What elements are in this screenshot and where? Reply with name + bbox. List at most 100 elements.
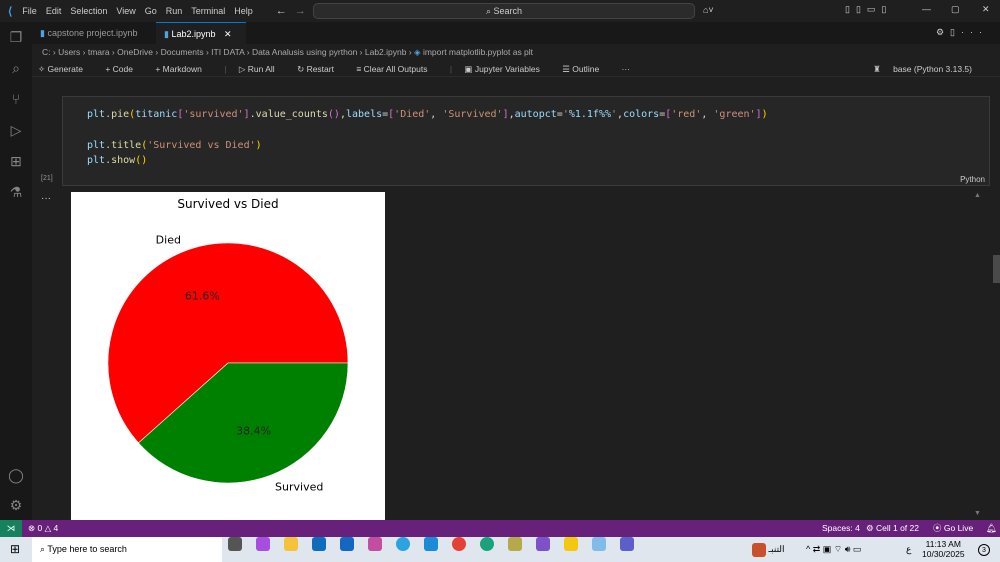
breadcrumb: C: › Users › tmara › OneDrive › Document… [32,44,1000,61]
pie-category-label: Died [156,234,181,247]
editor-actions[interactable]: ⚙▯··· [936,27,988,38]
generate-button[interactable]: ✧ Generate [38,64,93,74]
add-markdown-button[interactable]: + Markdown [155,64,212,74]
vscode-logo-icon: ⟨ [8,5,13,18]
editor-tabs: ▮ capstone project.ipynb ▮ Lab2.ipynb ✕ … [32,22,1000,44]
taskbar-search[interactable]: ⌕ Type here to search [32,537,222,562]
menu-go[interactable]: Go [145,6,157,16]
breadcrumb-item[interactable]: Data Analusis using pyrthon [252,47,357,57]
visual-studio-icon[interactable] [536,537,550,551]
title-bar: ⟨ File Edit Selection View Go Run Terminal Help… [0,0,1000,22]
breadcrumb-item[interactable]: OneDrive [117,47,153,57]
task-view-icon[interactable] [228,537,242,551]
outline-button[interactable]: ☰ Outline [562,64,609,74]
file-explorer-icon[interactable] [284,537,298,551]
status-bar: ⋊ ⊗ 0 △ 4 Spaces: 4 ⚙ Cell 1 of 22 ⦿ Go … [0,520,1000,537]
more-actions-button[interactable]: ··· [622,64,631,74]
breadcrumb-item[interactable]: import matplotlib.pyplot as plt [423,47,533,57]
jupyter-variables-button[interactable]: ▣ Jupyter Variables [464,64,549,74]
breadcrumb-item[interactable]: Documents [161,47,204,57]
explorer-icon[interactable]: ❐ [0,22,32,53]
pie-chart: Survived vs Died 61.6% Died 38.4% Survived [107,197,349,493]
scroll-down-icon[interactable]: ▼ [974,510,981,517]
windows-start-icon[interactable]: ⊞ [10,537,20,562]
code-line: plt.pie(titanic['survived'].value_counts… [87,109,768,120]
power-bi-icon[interactable] [564,537,578,551]
app-icon[interactable] [508,537,522,551]
breadcrumb-item[interactable]: C: [42,47,51,57]
cell-language[interactable]: Python [960,175,985,184]
remote-button[interactable]: ⋊ [0,520,22,537]
code-cell[interactable]: plt.pie(titanic['survived'].value_counts… [41,96,990,186]
output-actions[interactable]: ··· [41,193,51,204]
maximize-button[interactable]: ▢ [951,4,960,15]
telegram-icon[interactable] [396,537,410,551]
activity-bar: ❐ ⌕ ⑂ ▷ ⊞ ⚗ ◯ ⚙ [0,22,32,520]
forward-arrow-icon[interactable]: → [295,5,306,17]
layout-icons[interactable]: ▯▯▭▯ [845,4,892,15]
chrome-icon[interactable] [452,537,466,551]
copilot-icon[interactable] [256,537,270,551]
scroll-up-icon[interactable]: ▲ [974,192,981,199]
clear-outputs-button[interactable]: ≡ Clear All Outputs [356,64,437,74]
go-live-button[interactable]: ⦿ Go Live [933,520,973,537]
pie-percent-label: 61.6% [185,290,220,303]
menu-help[interactable]: Help [234,6,253,16]
snowflake-icon[interactable] [592,537,606,551]
notebook-toolbar: ✧ Generate + Code + Markdown | ▷ Run All… [32,61,1000,77]
copilot-365-icon[interactable] [368,537,382,551]
extensions-icon[interactable]: ⊞ [0,146,32,177]
problems-indicator[interactable]: ⊗ 0 △ 4 [28,520,58,537]
menu-run[interactable]: Run [166,6,183,16]
cell-position[interactable]: ⚙ Cell 1 of 22 [866,520,919,537]
restart-button[interactable]: ↻ Restart [297,64,344,74]
menu-selection[interactable]: Selection [70,6,107,16]
teams-icon[interactable] [620,537,634,551]
code-line: plt.title('Survived vs Died') [87,140,262,151]
menu-terminal[interactable]: Terminal [191,6,225,16]
close-window-button[interactable]: ✕ [982,4,990,15]
store-icon[interactable] [340,537,354,551]
edge-icon[interactable] [480,537,494,551]
testing-icon[interactable]: ⚗ [0,177,32,208]
execution-count: [21] [41,175,53,182]
taskbar-apps [228,537,634,551]
input-language[interactable]: ع [906,537,911,562]
close-tab-icon[interactable]: ✕ [224,29,232,39]
scrollbar-thumb[interactable] [993,255,1000,283]
notification-badge[interactable]: 3 [978,544,990,556]
indentation-status[interactable]: Spaces: 4 [822,520,860,537]
bell-icon[interactable]: 🔔︎ [986,520,997,537]
back-arrow-icon[interactable]: ← [276,5,287,17]
source-control-icon[interactable]: ⑂ [0,84,32,115]
weather-widget[interactable]: التنبـ [752,537,785,562]
menu-edit[interactable]: Edit [46,6,62,16]
outlook-icon[interactable] [312,537,326,551]
chart-output: Survived vs Died 61.6% Died 38.4% Survived [71,192,385,520]
search-input[interactable]: ⌕ Search [313,3,695,19]
kernel-icon: ♜ [873,64,884,74]
minimize-button[interactable]: — [922,4,931,14]
clock[interactable]: 11:13 AM 10/30/2025 [922,539,965,559]
breadcrumb-item[interactable]: Users [58,47,80,57]
run-all-button[interactable]: ▷ Run All [239,64,285,74]
menu-file[interactable]: File [22,6,37,16]
vscode-icon[interactable] [424,537,438,551]
copilot-icon[interactable]: ⌂˅ [703,5,714,15]
tab-lab2[interactable]: ▮ Lab2.ipynb ✕ [156,22,246,44]
menu-view[interactable]: View [116,6,135,16]
run-debug-icon[interactable]: ▷ [0,115,32,146]
tab-capstone[interactable]: ▮ capstone project.ipynb [32,22,152,44]
settings-gear-icon[interactable]: ⚙ [0,490,32,521]
system-tray-icons[interactable]: ^ ⇄ ▣ ⌔ 🔊︎ ▭ [806,537,861,562]
kernel-picker[interactable]: ♜ base (Python 3.13.5) [873,61,982,77]
menu-bar: File Edit Selection View Go Run Terminal Help [22,6,261,16]
search-icon[interactable]: ⌕ [0,53,32,84]
breadcrumb-item[interactable]: Lab2.ipynb [365,47,407,57]
pie-category-label: Survived [275,480,323,493]
python-icon: ◈ [414,47,421,57]
breadcrumb-item[interactable]: tmara [88,47,110,57]
account-icon[interactable]: ◯ [0,460,32,491]
breadcrumb-item[interactable]: ITI DATA [211,47,244,57]
add-code-button[interactable]: + Code [105,64,143,74]
